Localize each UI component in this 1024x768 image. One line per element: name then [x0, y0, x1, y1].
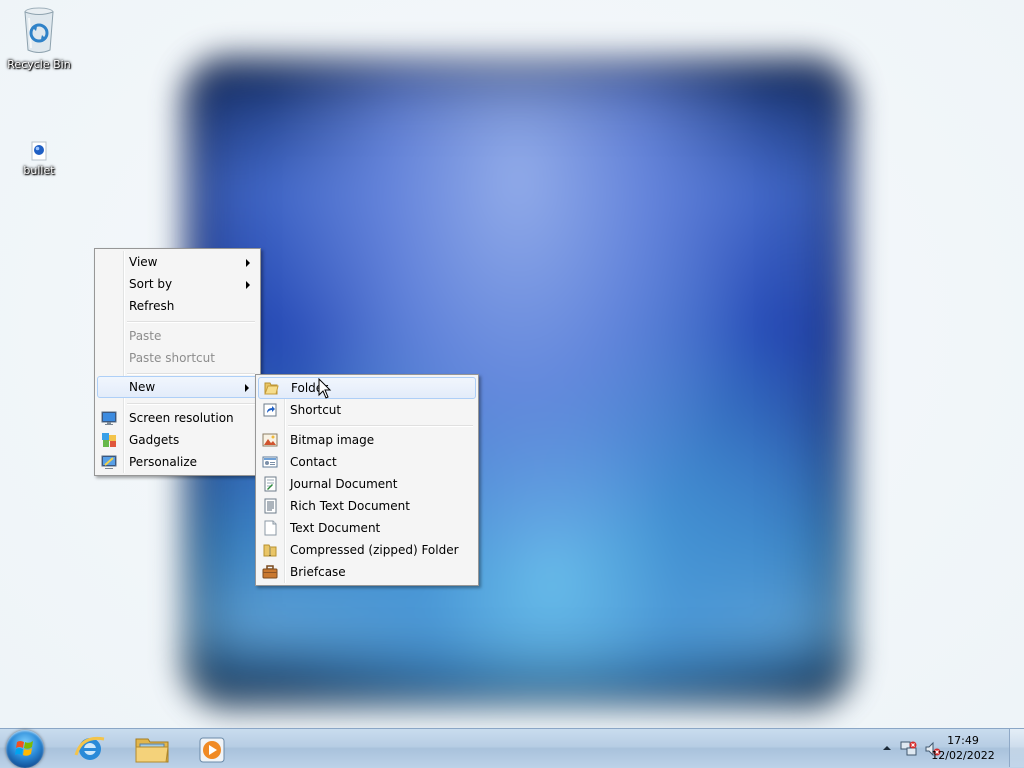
menu-separator [127, 321, 255, 323]
menu-item-label: Refresh [129, 299, 175, 313]
submenu-item-briefcase[interactable]: Briefcase [258, 561, 476, 583]
submenu-item-rich-text-document[interactable]: Rich Text Document [258, 495, 476, 517]
folder-icon [264, 382, 279, 395]
menu-item-label: Paste [129, 329, 162, 343]
submenu-item-contact[interactable]: Contact [258, 451, 476, 473]
clock-date: 12/02/2022 [931, 749, 995, 762]
taskbar: 17:49 12/02/2022 [0, 728, 1024, 768]
menu-item-label: View [129, 255, 158, 269]
system-tray: 17:49 12/02/2022 [844, 729, 1024, 768]
bullet-file-icon [31, 141, 47, 161]
desktop-icon-label: bullet [23, 164, 55, 177]
taskbar-windows-explorer[interactable] [126, 731, 178, 767]
personalize-icon [101, 455, 117, 469]
menu-item-personalize[interactable]: Personalize [97, 451, 258, 473]
desktop-icon-bullet[interactable]: bullet [1, 140, 77, 177]
menu-item-label: Personalize [129, 455, 198, 469]
menu-item-label: Bitmap image [290, 433, 375, 447]
menu-item-label: Text Document [290, 521, 381, 535]
menu-item-label: Rich Text Document [290, 499, 410, 513]
mouse-cursor-icon [318, 378, 332, 399]
menu-item-view[interactable]: View [97, 251, 258, 273]
shortcut-icon [263, 403, 277, 417]
menu-item-label: Journal Document [290, 477, 398, 491]
desktop-context-menu: View Sort by Refresh Paste Paste shortcu… [94, 248, 261, 476]
windows-logo-icon [15, 741, 33, 756]
menu-item-label: Briefcase [290, 565, 346, 579]
menu-item-label: Contact [290, 455, 337, 469]
menu-item-gadgets[interactable]: Gadgets [97, 429, 258, 451]
menu-item-screen-resolution[interactable]: Screen resolution [97, 407, 258, 429]
contact-icon [262, 456, 278, 468]
menu-separator [127, 403, 255, 405]
menu-item-refresh[interactable]: Refresh [97, 295, 258, 317]
submenu-item-compressed-folder[interactable]: Compressed (zipped) Folder [258, 539, 476, 561]
bitmap-image-icon [262, 433, 278, 447]
menu-separator [288, 425, 473, 427]
submenu-arrow-icon [245, 384, 249, 392]
zipped-folder-icon [263, 544, 277, 557]
new-submenu: Folder Shortcut Bitmap image Contact Jou… [255, 374, 479, 586]
desktop[interactable]: Recycle Bin bullet View Sort by Refresh … [0, 0, 1024, 728]
desktop-icon-label: Recycle Bin [7, 58, 71, 71]
show-desktop-button[interactable] [1009, 729, 1024, 767]
journal-document-icon [264, 476, 277, 492]
menu-item-label: Shortcut [290, 403, 342, 417]
start-button[interactable] [6, 730, 44, 768]
briefcase-icon [262, 565, 278, 579]
clock-time: 17:49 [947, 734, 979, 747]
taskbar-media-player[interactable] [186, 731, 238, 767]
show-hidden-icons-arrow[interactable] [882, 743, 892, 753]
menu-item-label: Gadgets [129, 433, 180, 447]
screen-resolution-icon [101, 411, 117, 425]
menu-separator [127, 373, 255, 375]
menu-item-paste-shortcut: Paste shortcut [97, 347, 258, 369]
gadgets-icon [102, 433, 116, 447]
menu-item-label: New [129, 380, 156, 394]
media-player-icon [199, 737, 225, 763]
menu-item-new[interactable]: New [97, 376, 258, 398]
menu-item-label: Compressed (zipped) Folder [290, 543, 459, 557]
rich-text-document-icon [264, 498, 277, 514]
menu-item-label: Paste shortcut [129, 351, 215, 365]
menu-item-sort-by[interactable]: Sort by [97, 273, 258, 295]
network-icon[interactable] [900, 740, 918, 758]
desktop-icon-recycle-bin[interactable]: Recycle Bin [1, 6, 77, 71]
recycle-bin-icon [24, 7, 54, 53]
menu-item-paste: Paste [97, 325, 258, 347]
internet-explorer-icon [74, 736, 105, 760]
submenu-item-text-document[interactable]: Text Document [258, 517, 476, 539]
text-document-icon [264, 520, 277, 536]
submenu-item-bitmap-image[interactable]: Bitmap image [258, 429, 476, 451]
taskbar-internet-explorer[interactable] [64, 731, 116, 767]
menu-item-label: Sort by [129, 277, 173, 291]
submenu-item-shortcut[interactable]: Shortcut [258, 399, 476, 421]
submenu-arrow-icon [246, 259, 250, 267]
submenu-item-folder[interactable]: Folder [258, 377, 476, 399]
taskbar-clock[interactable]: 17:49 12/02/2022 [928, 733, 998, 763]
submenu-arrow-icon [246, 281, 250, 289]
submenu-item-journal-document[interactable]: Journal Document [258, 473, 476, 495]
windows-explorer-icon [135, 738, 169, 763]
menu-item-label: Screen resolution [129, 411, 234, 425]
